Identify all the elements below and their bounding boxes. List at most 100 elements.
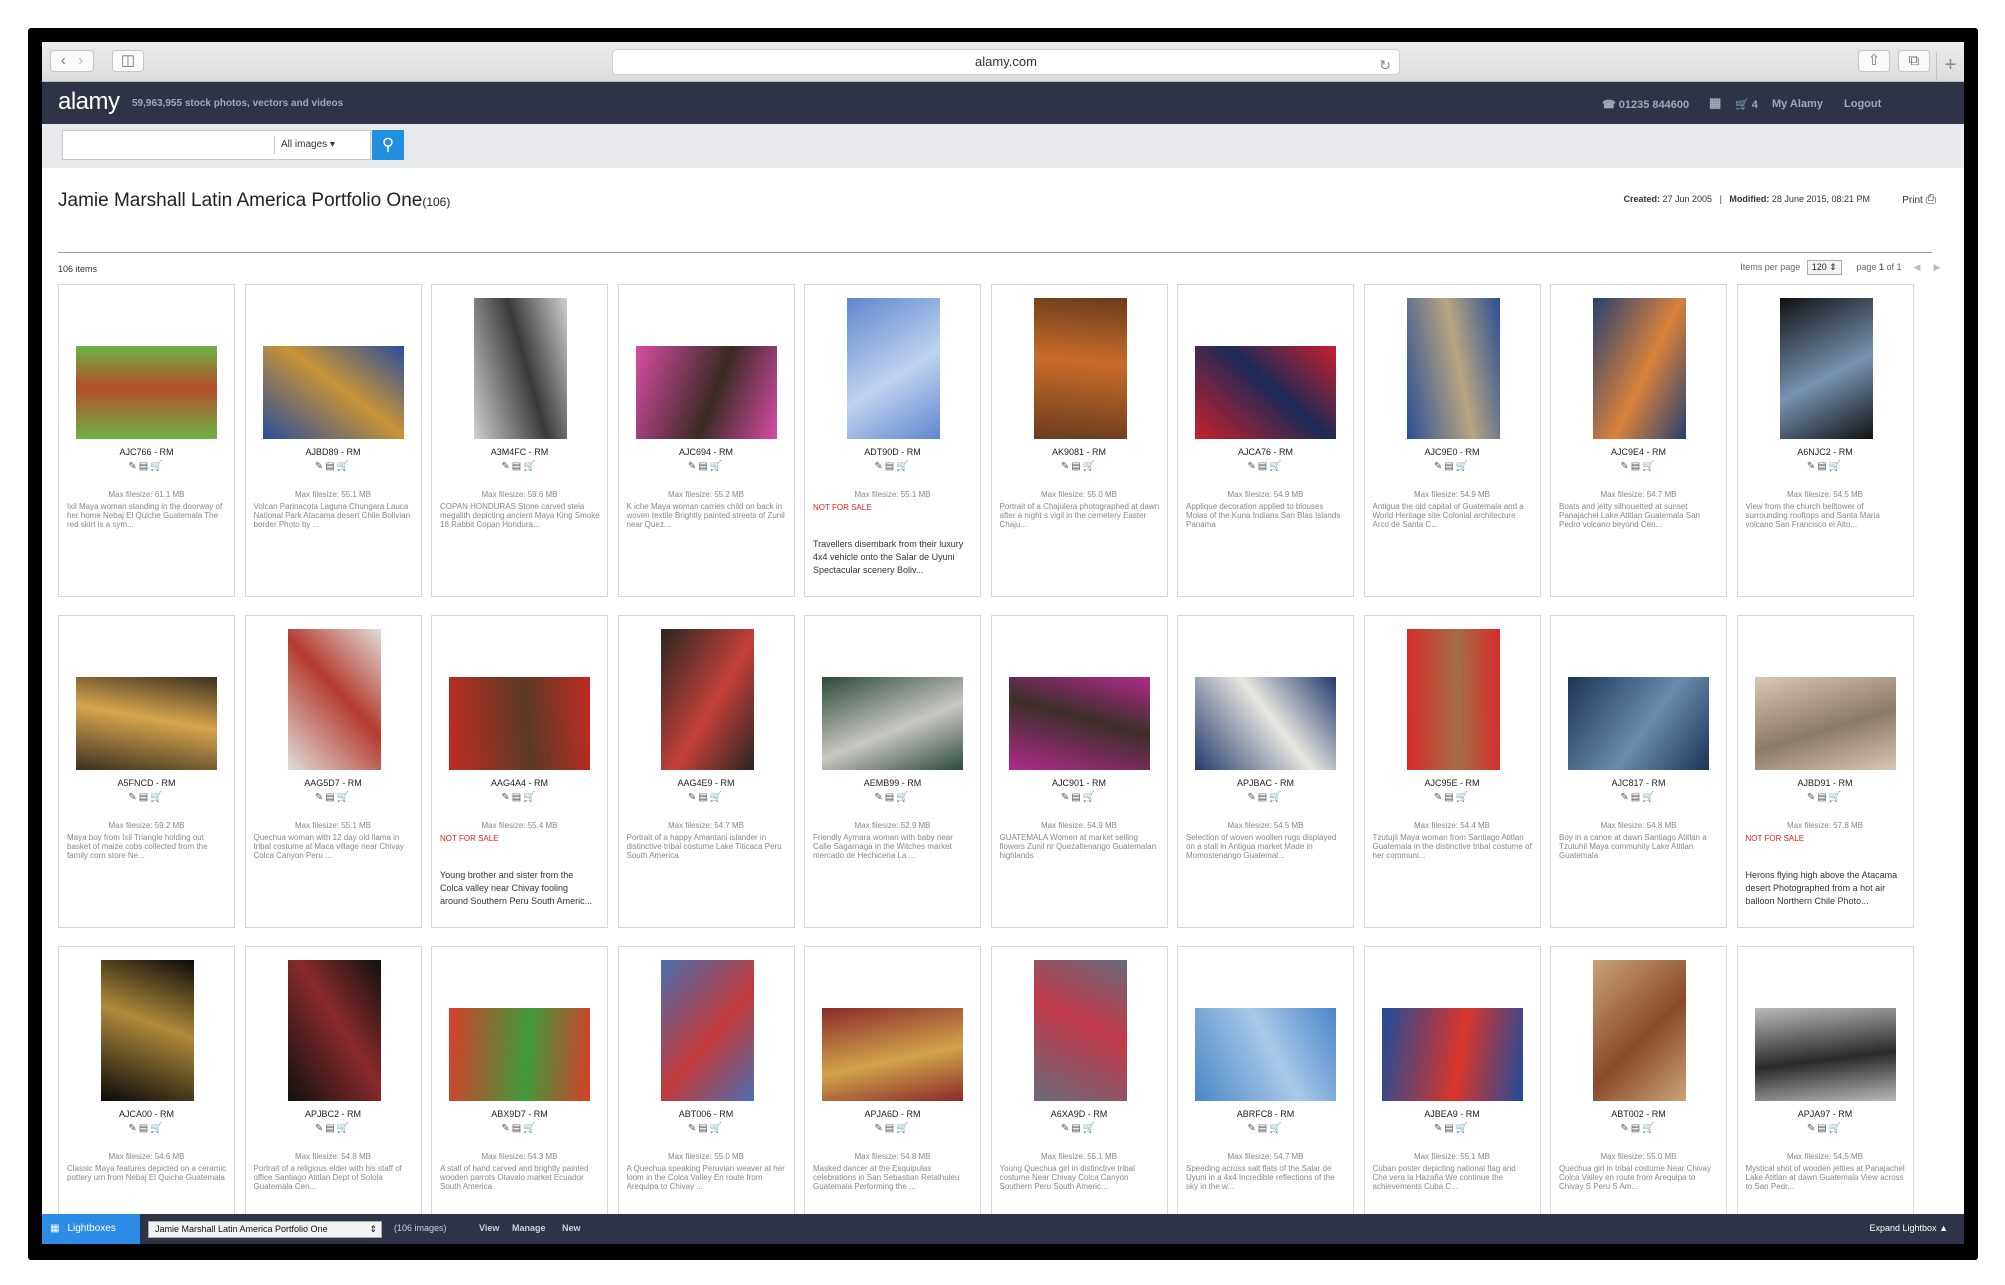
edit-icon[interactable]: ✎ (1434, 1123, 1444, 1134)
address-bar[interactable]: alamy.com ↻ (612, 49, 1400, 75)
image-code[interactable]: AEMB99 - RM (805, 778, 980, 788)
image-card[interactable]: AJC766 - RM ✎▤🛒 Max filesize: 61.1 MB Ixil … (58, 284, 235, 597)
edit-icon[interactable]: ✎ (1434, 792, 1444, 803)
details-icon[interactable]: ▤ (1258, 1123, 1269, 1134)
grid-icon[interactable]: ▦ (1709, 95, 1721, 111)
details-icon[interactable]: ▤ (885, 1123, 896, 1134)
image-card[interactable]: ABX9D7 - RM ✎▤🛒 Max filesize: 54.3 MB A sta… (431, 946, 608, 1244)
thumbnail-image[interactable] (1593, 298, 1686, 439)
cart-icon[interactable]: 🛒 (150, 792, 164, 803)
edit-icon[interactable]: ✎ (1061, 1123, 1071, 1134)
lightboxes-button[interactable]: ▦ Lightboxes (42, 1214, 140, 1244)
image-card[interactable]: ABT006 - RM ✎▤🛒 Max filesize: 55.0 MB A Que… (617, 946, 795, 1244)
edit-icon[interactable]: ✎ (874, 792, 884, 803)
thumbnail-image[interactable] (287, 960, 381, 1101)
prev-page-icon[interactable]: ◀ (1910, 262, 1924, 273)
cart-icon[interactable]: 🛒 (1269, 461, 1283, 472)
image-code[interactable]: AJC95E - RM (1365, 778, 1540, 788)
image-card[interactable]: APJBAC - RM ✎▤🛒 Max filesize: 54.5 MB Selec… (1177, 615, 1354, 928)
thumbnail-image[interactable] (1754, 677, 1896, 770)
cart-icon[interactable]: 🛒 (1642, 792, 1656, 803)
image-card[interactable]: APJBC2 - RM ✎▤🛒 Max filesize: 54.8 MB Portr… (244, 946, 422, 1244)
image-card[interactable]: ADT90D - RM ✎▤🛒 Max filesize: 55.1 MB NOT F… (804, 284, 981, 597)
details-icon[interactable]: ▤ (698, 792, 709, 803)
edit-icon[interactable]: ✎ (874, 461, 884, 472)
details-icon[interactable]: ▤ (1631, 1123, 1642, 1134)
share-icon[interactable]: ⇧ (1858, 50, 1890, 72)
thumbnail-image[interactable] (1779, 298, 1873, 439)
cart-icon[interactable]: 🛒 (150, 461, 164, 472)
search-button[interactable]: ⚲ (372, 130, 404, 160)
edit-icon[interactable]: ✎ (501, 461, 511, 472)
image-code[interactable]: AJBD91 - RM (1738, 778, 1913, 788)
thumbnail-image[interactable] (1568, 677, 1709, 770)
image-code[interactable]: AJCA76 - RM (1178, 447, 1353, 457)
image-card[interactable]: A6NJC2 - RM ✎▤🛒 Max filesize: 54.5 MB View … (1736, 284, 1914, 597)
image-card[interactable]: AAG4E9 - RM ✎▤🛒 Max filesize: 54.7 MB Portr… (617, 615, 795, 928)
image-code[interactable]: APJA97 - RM (1738, 1109, 1913, 1119)
thumbnail-image[interactable] (1593, 960, 1686, 1101)
image-card[interactable]: AJC901 - RM ✎▤🛒 Max filesize: 54.9 MB GUATE… (990, 615, 1168, 928)
details-icon[interactable]: ▤ (139, 461, 150, 472)
thumbnail-image[interactable] (847, 298, 940, 439)
image-card[interactable]: AJC95E - RM ✎▤🛒 Max filesize: 54.4 MB Tzutu… (1363, 615, 1541, 928)
details-icon[interactable]: ▤ (1071, 792, 1082, 803)
cart-icon[interactable]: 🛒 (337, 461, 351, 472)
image-code[interactable]: A3M4FC - RM (432, 447, 607, 457)
edit-icon[interactable]: ✎ (1620, 1123, 1630, 1134)
image-code[interactable]: APJA6D - RM (805, 1109, 980, 1119)
image-card[interactable]: AJBD89 - RM ✎▤🛒 Max filesize: 55.1 MB Volca… (244, 284, 422, 597)
sidebar-icon[interactable]: ◫ (112, 50, 144, 72)
cart-icon[interactable]: 🛒 (337, 792, 351, 803)
image-card[interactable]: APJA97 - RM ✎▤🛒 Max filesize: 54.5 MB Mysti… (1736, 946, 1914, 1244)
thumbnail-image[interactable] (76, 346, 217, 439)
thumbnail-image[interactable] (1381, 1008, 1523, 1101)
details-icon[interactable]: ▤ (139, 792, 150, 803)
cart-icon[interactable]: 🛒 (1642, 1123, 1656, 1134)
image-code[interactable]: AJBD89 - RM (246, 447, 421, 457)
details-icon[interactable]: ▤ (1631, 792, 1642, 803)
cart-icon[interactable]: 🛒 (1083, 1123, 1097, 1134)
thumbnail-image[interactable] (660, 960, 754, 1101)
thumbnail-image[interactable] (1195, 1008, 1336, 1101)
image-code[interactable]: AJC9E0 - RM (1365, 447, 1540, 457)
details-icon[interactable]: ▤ (1817, 792, 1828, 803)
thumbnail-image[interactable] (1033, 298, 1127, 439)
next-page-icon[interactable]: ▶ (1930, 262, 1944, 273)
edit-icon[interactable]: ✎ (128, 1123, 138, 1134)
image-card[interactable]: AJC694 - RM ✎▤🛒 Max filesize: 55.2 MB K ich… (617, 284, 795, 597)
edit-icon[interactable]: ✎ (315, 461, 325, 472)
thumbnail-image[interactable] (822, 677, 963, 770)
thumbnail-image[interactable] (1406, 629, 1500, 770)
manage-link[interactable]: Manage (512, 1223, 546, 1233)
cart-link[interactable]: 🛒 4 (1735, 98, 1758, 111)
edit-icon[interactable]: ✎ (1247, 1123, 1257, 1134)
details-icon[interactable]: ▤ (325, 792, 336, 803)
cart-icon[interactable]: 🛒 (1456, 792, 1470, 803)
edit-icon[interactable]: ✎ (1620, 461, 1630, 472)
cart-icon[interactable]: 🛒 (150, 1123, 164, 1134)
thumbnail-image[interactable] (822, 1008, 963, 1101)
image-code[interactable]: APJBC2 - RM (246, 1109, 421, 1119)
cart-icon[interactable]: 🛒 (1829, 1123, 1843, 1134)
cart-icon[interactable]: 🛒 (523, 461, 537, 472)
expand-lightbox-button[interactable]: Expand Lightbox ▲ (1870, 1223, 1949, 1233)
image-code[interactable]: AK9081 - RM (992, 447, 1167, 457)
cart-icon[interactable]: 🛒 (1829, 461, 1843, 472)
image-code[interactable]: AAG5D7 - RM (246, 778, 421, 788)
edit-icon[interactable]: ✎ (1061, 792, 1071, 803)
details-icon[interactable]: ▤ (1631, 461, 1642, 472)
cart-icon[interactable]: 🛒 (1829, 792, 1843, 803)
cart-icon[interactable]: 🛒 (1083, 792, 1097, 803)
image-card[interactable]: APJA6D - RM ✎▤🛒 Max filesize: 54.8 MB Maske… (804, 946, 981, 1244)
cart-icon[interactable]: 🛒 (710, 461, 724, 472)
cart-icon[interactable]: 🛒 (523, 1123, 537, 1134)
edit-icon[interactable]: ✎ (1807, 461, 1817, 472)
image-code[interactable]: AJCA00 - RM (59, 1109, 234, 1119)
edit-icon[interactable]: ✎ (1807, 1123, 1817, 1134)
image-card[interactable]: A3M4FC - RM ✎▤🛒 Max filesize: 59.6 MB COPAN… (431, 284, 608, 597)
cart-icon[interactable]: 🛒 (1269, 792, 1283, 803)
thumbnail-image[interactable] (262, 346, 404, 439)
edit-icon[interactable]: ✎ (874, 1123, 884, 1134)
image-code[interactable]: AJC901 - RM (992, 778, 1167, 788)
